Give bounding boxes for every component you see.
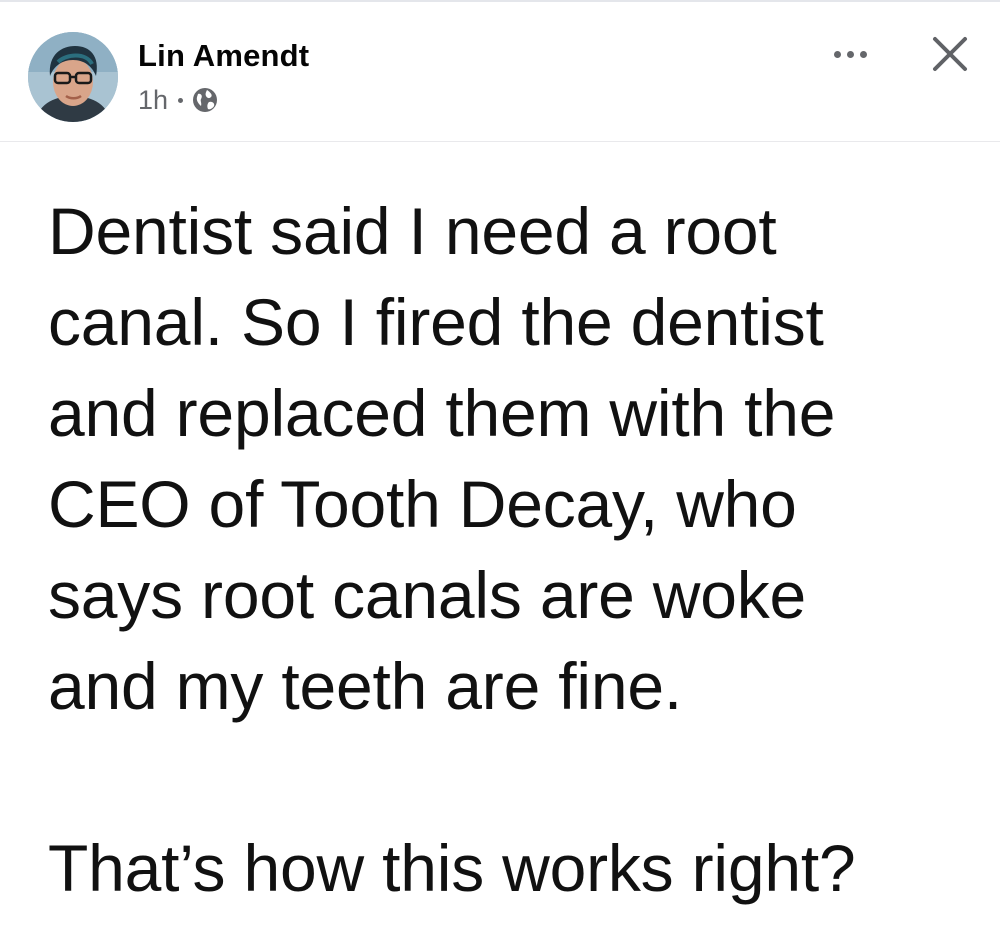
avatar[interactable] [28,32,118,122]
close-icon[interactable] [922,26,978,82]
post-text: Dentist said I need a root canal. So I f… [48,186,978,914]
globe-icon[interactable] [192,87,218,113]
post-header: Lin Amendt 1h [0,2,1000,142]
more-options-icon[interactable] [822,36,878,72]
profile-photo-icon [28,32,118,122]
author-name[interactable]: Lin Amendt [138,38,309,74]
meta-separator-dot [178,97,184,103]
more-dot [846,50,854,58]
more-dot [833,50,841,58]
post-meta: 1h [138,84,218,116]
post-timestamp[interactable]: 1h [138,85,168,116]
post-text-paragraph: Dentist said I need a root canal. So I f… [48,194,836,723]
more-dot [859,50,867,58]
header-divider [0,141,1000,142]
post-text-closing-line: That’s how this works right? [48,831,856,905]
